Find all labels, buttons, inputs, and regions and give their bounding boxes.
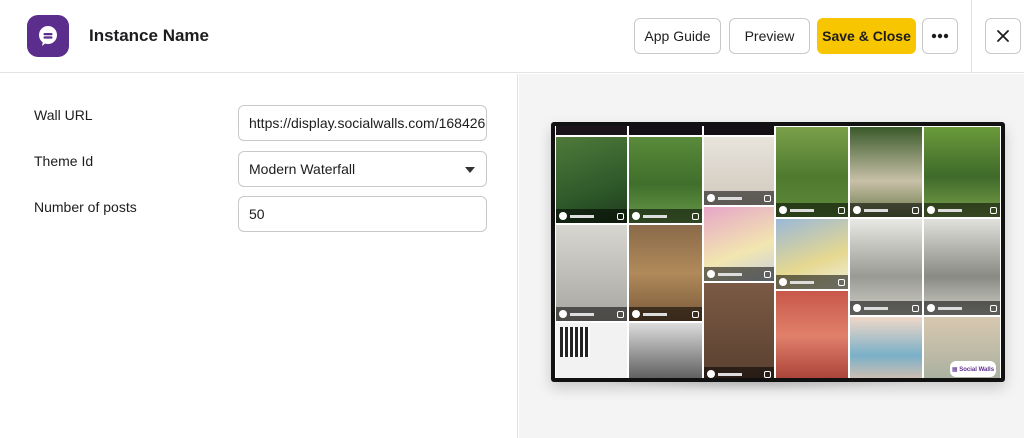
wall-url-label: Wall URL: [34, 107, 93, 123]
wall-preview-panel: ▦ Social Walls: [519, 74, 1024, 438]
post-tile: [775, 290, 849, 378]
post-tile: [703, 126, 775, 136]
app-guide-button[interactable]: App Guide: [634, 18, 721, 54]
close-button[interactable]: [985, 18, 1021, 54]
wall-url-input[interactable]: https://display.socialwalls.com/168426: [238, 105, 487, 141]
theme-id-select[interactable]: Modern Waterfall: [238, 151, 487, 187]
post-tile: [849, 126, 923, 218]
post-tile: [703, 206, 775, 282]
chevron-down-icon: [465, 167, 475, 173]
post-tile: [555, 322, 628, 378]
post-tile: [849, 218, 923, 316]
qr-code: [560, 327, 590, 357]
wall-preview-grid: ▦ Social Walls: [555, 126, 1001, 378]
close-icon: [997, 30, 1009, 42]
post-tile: ▦ Social Walls: [923, 316, 1001, 378]
post-tile: [628, 322, 703, 378]
number-of-posts-label: Number of posts: [34, 199, 137, 215]
settings-form: Wall URL https://display.socialwalls.com…: [0, 74, 518, 438]
post-tile: [923, 218, 1001, 316]
header-divider: [971, 0, 972, 73]
post-tile: [628, 126, 703, 136]
post-tile: [555, 224, 628, 322]
theme-id-value: Modern Waterfall: [249, 161, 356, 177]
social-walls-badge: ▦ Social Walls: [950, 361, 996, 377]
wall-preview-screen: ▦ Social Walls: [551, 122, 1005, 382]
top-bar: Instance Name App Guide Preview Save & C…: [0, 0, 1024, 73]
post-tile: [555, 136, 628, 224]
more-options-button[interactable]: [922, 18, 958, 54]
post-tile: [849, 316, 923, 378]
post-tile: [628, 136, 703, 224]
save-and-close-button[interactable]: Save & Close: [817, 18, 916, 54]
instance-name-title: Instance Name: [89, 26, 209, 45]
post-tile: [703, 282, 775, 378]
number-of-posts-input[interactable]: 50: [238, 196, 487, 232]
post-tile: [775, 126, 849, 218]
app-logo: [27, 15, 69, 57]
post-tile: [775, 218, 849, 290]
preview-button[interactable]: Preview: [729, 18, 810, 54]
ellipsis-icon: [931, 33, 949, 39]
post-tile: [703, 136, 775, 206]
theme-id-label: Theme Id: [34, 153, 94, 169]
chat-bubble-icon: [39, 26, 57, 46]
post-tile: [628, 224, 703, 322]
post-tile: [555, 126, 628, 136]
post-tile: [923, 126, 1001, 218]
